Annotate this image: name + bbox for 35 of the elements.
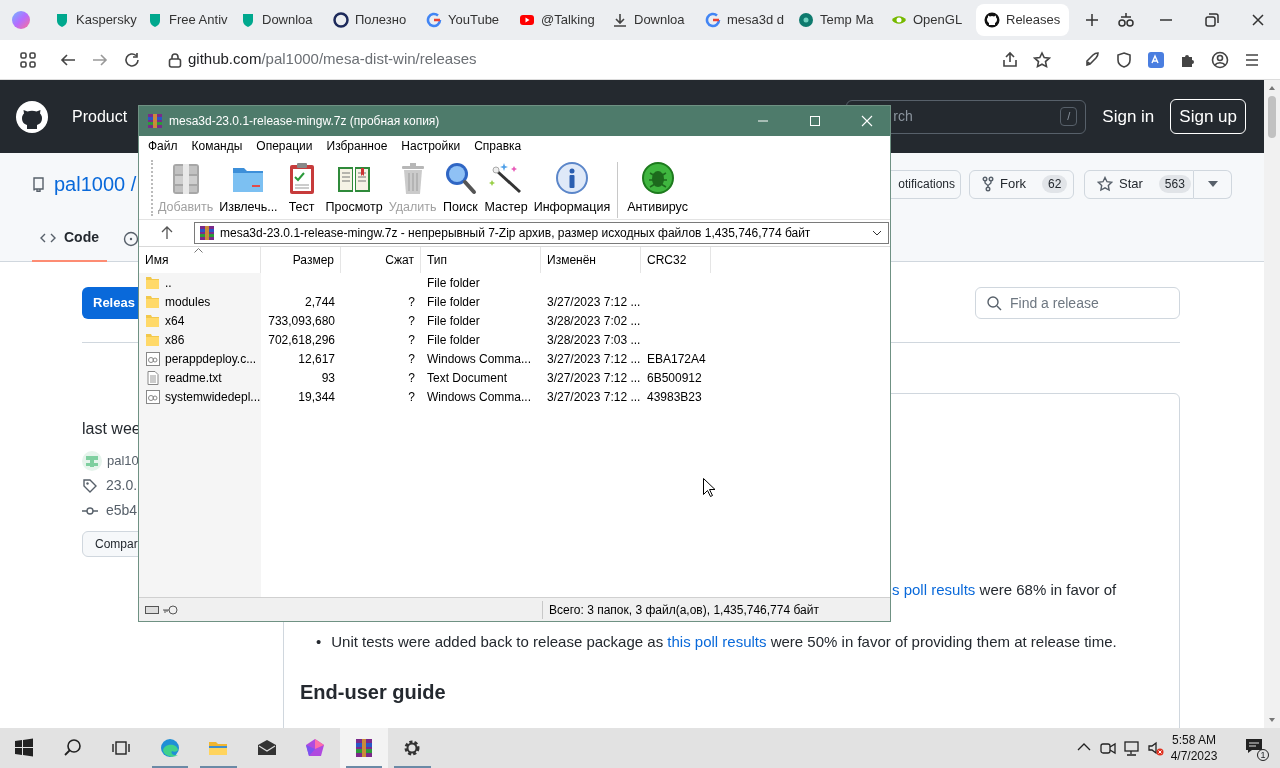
table-cell: 12,617 bbox=[298, 351, 335, 366]
table-cell: 2,744 bbox=[304, 294, 335, 309]
table-cell: 93 bbox=[321, 370, 335, 385]
table-cell: ? bbox=[408, 332, 415, 347]
table-cell: ? bbox=[408, 351, 415, 366]
table-cell: ? bbox=[408, 313, 415, 328]
table-cell: 6B500912 bbox=[647, 370, 702, 385]
table-cell: Text Document bbox=[427, 370, 508, 385]
table-cell: 3/28/2023 7:02 ... bbox=[547, 313, 641, 328]
table-cell: File folder bbox=[427, 332, 480, 347]
table-cell: 3/28/2023 7:03 ... bbox=[547, 332, 641, 347]
table-cell: EBA172A4 bbox=[647, 351, 706, 366]
notification-count: 1 bbox=[1257, 749, 1269, 761]
table-cell: 3/27/2023 7:12 ... bbox=[547, 351, 641, 366]
status-text: Всего: 3 папок, 3 файл(а,ов), 1,435,746,774 байт bbox=[549, 601, 819, 619]
paragraph-text: s poll results were 68% in favor of bbox=[892, 580, 1118, 600]
bullet-marker: • bbox=[316, 632, 322, 652]
table-cell: ? bbox=[408, 370, 415, 385]
table-cell: File folder bbox=[427, 313, 480, 328]
section-heading: End-user guide bbox=[300, 680, 447, 705]
bullet-text: Unit tests were added back to release package as this poll results were 50% in favor of providing them at release time. bbox=[331, 632, 1117, 652]
table-cell: 3/27/2023 7:12 ... bbox=[547, 294, 641, 309]
table-cell: Windows Comma... bbox=[427, 389, 532, 404]
table-cell: 3/27/2023 7:12 ... bbox=[547, 370, 641, 385]
table-cell: 19,344 bbox=[298, 389, 335, 404]
table-cell: ? bbox=[408, 294, 415, 309]
window-title: mesa3d-23.0.1-release-mingw.7z (пробная копия) bbox=[169, 113, 440, 130]
table-cell: ? bbox=[408, 389, 415, 404]
table-cell: 702,618,296 bbox=[268, 332, 335, 347]
table-cell: 733,093,680 bbox=[268, 313, 335, 328]
table-cell: 3/27/2023 7:12 ... bbox=[547, 389, 641, 404]
table-cell: 43983B23 bbox=[647, 389, 702, 404]
table-cell: Windows Comma... bbox=[427, 351, 532, 366]
table-cell: File folder bbox=[427, 275, 480, 290]
table-cell: File folder bbox=[427, 294, 480, 309]
